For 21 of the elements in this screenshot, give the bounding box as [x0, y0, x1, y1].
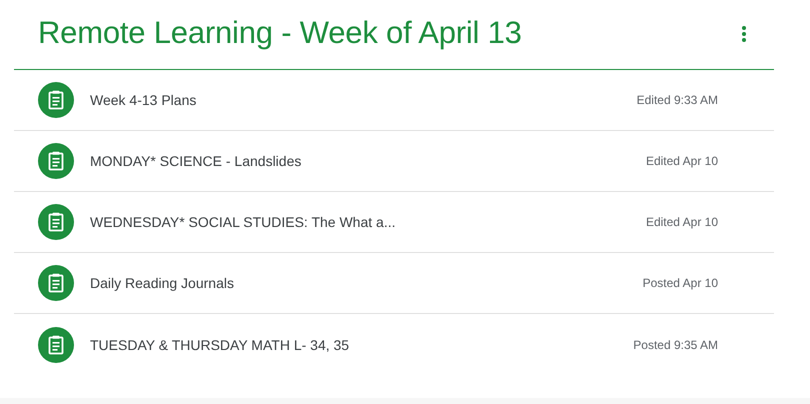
assignment-title: MONDAY* SCIENCE - Landslides — [90, 153, 302, 169]
clipboard-icon — [38, 204, 74, 240]
clipboard-icon — [38, 143, 74, 179]
assignment-row[interactable]: WEDNESDAY* SOCIAL STUDIES: The What a... Edited Apr 10 — [14, 192, 774, 253]
clipboard-icon — [38, 265, 74, 301]
assignment-row[interactable]: Daily Reading Journals Posted Apr 10 — [14, 253, 774, 314]
assignment-status: Edited 9:33 AM — [636, 93, 718, 107]
clipboard-icon — [38, 326, 74, 362]
topic-title: Remote Learning - Week of April 13 — [38, 14, 522, 50]
assignment-title: TUESDAY & THURSDAY MATH L- 34, 35 — [90, 336, 350, 352]
assignment-row[interactable]: MONDAY* SCIENCE - Landslides Edited Apr 10 — [14, 131, 774, 192]
assignment-title: Week 4-13 Plans — [90, 92, 198, 108]
assignment-title: Daily Reading Journals — [90, 275, 235, 291]
assignment-title: WEDNESDAY* SOCIAL STUDIES: The What a... — [90, 214, 396, 230]
assignment-status: Edited Apr 10 — [646, 154, 718, 168]
assignment-status: Posted 9:35 AM — [633, 338, 718, 352]
assignment-row[interactable]: TUESDAY & THURSDAY MATH L- 34, 35 Posted 9:35 AM — [14, 314, 774, 375]
clipboard-icon — [38, 82, 74, 118]
assignment-status: Edited Apr 10 — [646, 215, 718, 229]
assignment-row[interactable]: Week 4-13 Plans Edited 9:33 AM — [14, 70, 774, 131]
assignment-status: Posted Apr 10 — [642, 276, 718, 290]
